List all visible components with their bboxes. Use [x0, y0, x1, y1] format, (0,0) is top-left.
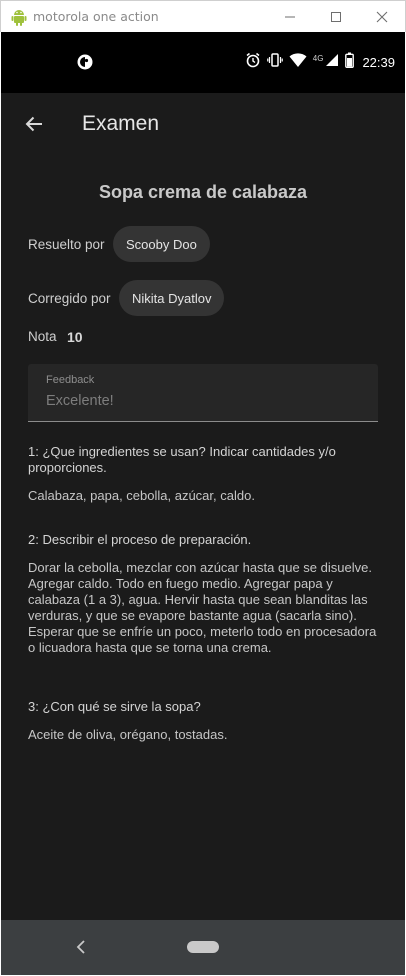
network-type: 4G [312, 53, 324, 63]
home-pill-icon[interactable] [187, 941, 219, 953]
signal-icon [325, 53, 339, 72]
maximize-icon [331, 12, 341, 22]
answer-text: Dorar la cebolla, mezclar con azúcar has… [28, 560, 377, 655]
close-icon [376, 11, 388, 23]
minimize-icon [285, 16, 295, 18]
question-block: 2: Describir el proceso de preparación. … [28, 532, 380, 656]
question-text: 2: Describir el proceso de preparación. [28, 532, 252, 547]
window-title: motorola one action [33, 9, 159, 24]
feedback-field[interactable]: Feedback Excelente! [28, 364, 378, 422]
question-text: 3: ¿Con qué se sirve la sopa? [28, 699, 201, 714]
recipe-title: Sopa crema de calabaza [98, 182, 308, 202]
grade-value: 10 [67, 329, 83, 345]
emulator-title-bar: motorola one action [0, 0, 406, 32]
grade-label: Nota [28, 329, 57, 344]
app-bar: Examen [1, 93, 405, 155]
battery-icon [345, 52, 355, 73]
question-text: 1: ¿Que ingredientes se usan? Indicar ca… [28, 444, 336, 475]
navigation-bar [1, 920, 405, 975]
page-title: Examen [82, 112, 160, 135]
phone-screen: 4G 22:39 Examen Sopa crema de calabaza R… [1, 32, 405, 975]
answer-text: Calabaza, papa, cebolla, azúcar, caldo. [28, 488, 255, 503]
nav-back-icon[interactable] [75, 938, 87, 961]
question-block: 3: ¿Con qué se sirve la sopa? Aceite de … [28, 699, 380, 743]
question-block: 1: ¿Que ingredientes se usan? Indicar ca… [28, 444, 380, 504]
alarm-icon [245, 52, 261, 73]
minimize-button[interactable] [267, 1, 313, 33]
vibrate-icon [266, 52, 283, 73]
feedback-value: Excelente! [46, 393, 114, 409]
android-logo-icon [11, 8, 27, 26]
arrow-left-icon [25, 116, 42, 132]
close-button[interactable] [359, 1, 405, 33]
corrected-by-label: Corregido por [28, 291, 111, 306]
resolved-by-label: Resuelto por [28, 237, 105, 252]
corrected-by-chip[interactable]: Nikita Dyatlov [119, 280, 225, 316]
app-notification-icon [77, 54, 93, 75]
feedback-label: Feedback [46, 374, 95, 386]
status-bar: 4G 22:39 [1, 32, 405, 93]
wifi-icon [289, 52, 307, 73]
maximize-button[interactable] [313, 1, 359, 33]
status-time: 22:39 [362, 54, 395, 70]
resolved-by-chip[interactable]: Scooby Doo [113, 226, 210, 262]
back-button[interactable] [18, 108, 50, 140]
answer-text: Aceite de oliva, orégano, tostadas. [28, 727, 228, 742]
